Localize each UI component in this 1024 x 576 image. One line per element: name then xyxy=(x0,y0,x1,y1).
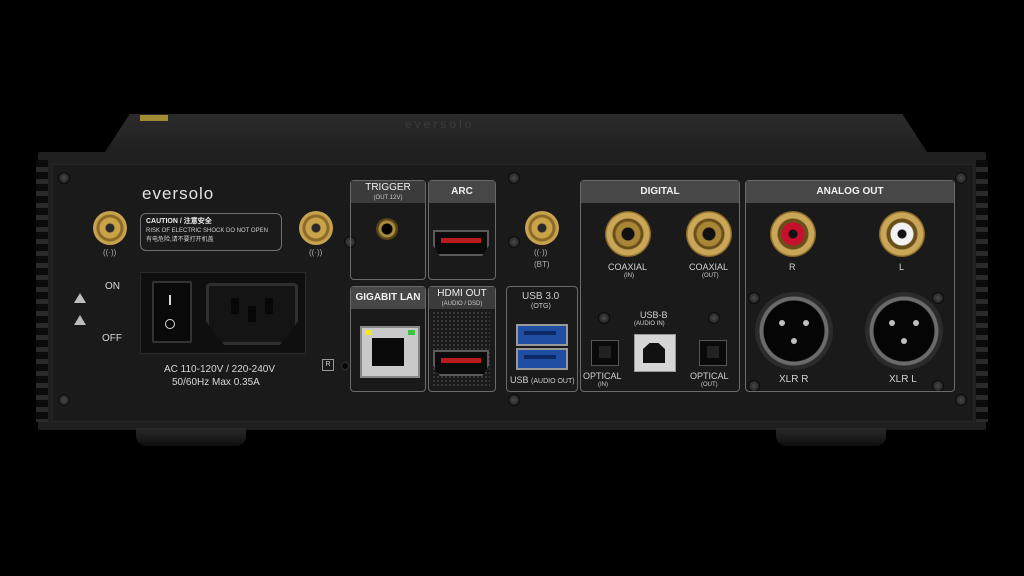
warning-icon xyxy=(74,293,86,303)
wireless-icon: ((·)) xyxy=(103,248,117,257)
panel-screw xyxy=(58,172,70,184)
heatsink-fins-left xyxy=(36,160,48,422)
trigger-subtitle: (OUT 12V) xyxy=(373,195,403,201)
caution-line-2: 有电危险,请不要打开机盖 xyxy=(146,237,214,243)
wireless-icon: ((·)) xyxy=(309,248,323,257)
arc-header: ARC xyxy=(429,181,495,203)
wifi-antenna-connector-right[interactable] xyxy=(299,211,333,245)
hdmi-arc-port[interactable] xyxy=(433,230,489,256)
hdmi-out-port[interactable] xyxy=(433,350,489,376)
wireless-icon: ((·)) xyxy=(534,248,548,257)
ethernet-socket xyxy=(372,338,404,366)
usb-a-port-top[interactable] xyxy=(516,324,568,346)
brand-logo: eversolo xyxy=(142,184,215,203)
product-photo: eversolo eversolo CAUTION / 注意安全 RISK OF… xyxy=(0,0,1024,576)
xlr-pin xyxy=(901,338,907,344)
coaxial-in-sub: (IN) xyxy=(624,273,634,279)
xlr-left-connector[interactable] xyxy=(865,292,943,370)
panel-screw xyxy=(955,394,967,406)
hdmi-out-header: HDMI OUT (AUDIO / DSD) xyxy=(429,287,495,309)
optical-out-label: OPTICAL xyxy=(690,371,729,381)
xlr-pin xyxy=(803,320,809,326)
xlr-pin xyxy=(913,320,919,326)
coaxial-out-jack[interactable] xyxy=(686,211,732,257)
xlr-right-connector[interactable] xyxy=(755,292,833,370)
panel-screw xyxy=(508,236,520,248)
optical-out-sub: (OUT) xyxy=(701,382,718,388)
caution-title: CAUTION / 注意安全 xyxy=(146,218,212,225)
optical-in-label: OPTICAL xyxy=(583,371,622,381)
power-spec-line-1: AC 110-120V / 220-240V xyxy=(164,364,276,375)
usb-audio-out-label: (AUDIO OUT) xyxy=(531,378,575,385)
top-logo: eversolo xyxy=(405,117,475,131)
ac-power-inlet[interactable] xyxy=(206,283,298,345)
rca-right-jack[interactable] xyxy=(770,211,816,257)
xlr-pin xyxy=(889,320,895,326)
panel-screw xyxy=(58,394,70,406)
trigger-jack[interactable] xyxy=(376,218,398,240)
gigabit-lan-header: GIGABIT LAN xyxy=(351,287,425,309)
power-spec-line-2: 50/60Hz Max 0.35A xyxy=(172,377,260,388)
inlet-pin xyxy=(265,298,273,314)
inlet-pin xyxy=(231,298,239,314)
xlr-l-label: XLR L xyxy=(889,374,917,385)
inlet-pin xyxy=(248,306,256,322)
digital-header: DIGITAL xyxy=(581,181,739,203)
r-mark: R xyxy=(322,359,334,371)
power-switch[interactable] xyxy=(152,281,192,343)
warning-icon xyxy=(74,315,86,325)
power-off-label: OFF xyxy=(102,333,122,344)
usbb-label: USB-B xyxy=(640,310,668,320)
rca-l-label: L xyxy=(899,262,905,272)
ethernet-port[interactable] xyxy=(360,326,420,378)
foot-right xyxy=(776,428,886,446)
panel-screw xyxy=(508,394,520,406)
power-on-mark xyxy=(169,295,171,305)
usb30-title: USB 3.0 xyxy=(522,291,560,302)
caution-line-1: RISK OF ELECTRIC SHOCK DO NOT OPEN xyxy=(146,228,268,234)
hdmi-out-title: HDMI OUT xyxy=(437,288,487,299)
coaxial-in-label: COAXIAL xyxy=(608,262,648,272)
bt-label: (BT) xyxy=(534,260,550,269)
usb30-subtitle: (OTG) xyxy=(531,303,551,310)
gold-label-tab xyxy=(140,115,168,121)
optical-out-port[interactable] xyxy=(699,340,727,366)
usbb-sub: (AUDIO IN) xyxy=(634,321,665,327)
foot-left xyxy=(136,428,246,446)
hdmi-out-subtitle: (AUDIO / DSD) xyxy=(441,301,483,307)
reset-hole[interactable] xyxy=(341,362,349,370)
trigger-title: TRIGGER xyxy=(365,182,411,193)
panel-screw xyxy=(508,172,520,184)
analog-out-header: ANALOG OUT xyxy=(746,181,954,203)
bt-antenna-connector[interactable] xyxy=(525,211,559,245)
activity-led xyxy=(408,330,415,335)
usb-b-port[interactable] xyxy=(634,334,676,372)
power-on-label: ON xyxy=(105,281,120,292)
optical-in-port[interactable] xyxy=(591,340,619,366)
optical-in-sub: (IN) xyxy=(598,382,608,388)
power-off-mark xyxy=(165,319,175,329)
xlr-pin xyxy=(791,338,797,344)
coaxial-in-jack[interactable] xyxy=(605,211,651,257)
usb-label: USB xyxy=(510,375,529,385)
panel-screw xyxy=(955,172,967,184)
usb-bottom-label: USB (AUDIO OUT) xyxy=(510,375,575,385)
link-led xyxy=(365,330,372,335)
heatsink-fins-right xyxy=(976,160,988,422)
rca-r-label: R xyxy=(789,262,796,272)
wifi-antenna-connector-left[interactable] xyxy=(93,211,127,245)
trigger-header: TRIGGER (OUT 12V) xyxy=(351,181,425,203)
xlr-pin xyxy=(779,320,785,326)
coaxial-out-label: COAXIAL xyxy=(689,262,729,272)
xlr-r-label: XLR R xyxy=(779,374,809,385)
caution-label: CAUTION / 注意安全 RISK OF ELECTRIC SHOCK DO… xyxy=(140,213,282,251)
rca-left-jack[interactable] xyxy=(879,211,925,257)
coaxial-out-sub: (OUT) xyxy=(702,273,719,279)
usb-a-port-bottom[interactable] xyxy=(516,348,568,370)
